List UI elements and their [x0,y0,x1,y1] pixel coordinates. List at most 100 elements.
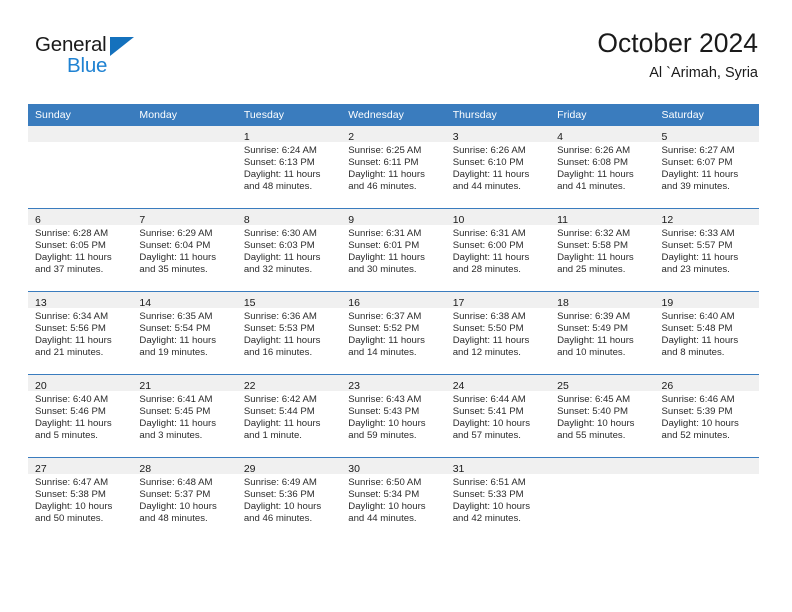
weekday-header-tuesday: Tuesday [236,104,342,126]
calendar-day-cell[interactable]: 8 Sunrise: 6:30 AM Sunset: 6:03 PM Daylight… [236,208,342,292]
day-number-band: 7 [132,209,237,226]
daylight-text-line2: and 14 minutes. [348,347,417,359]
day-number: 23 [348,380,360,392]
daylight-text-line2: and 8 minutes. [661,347,725,359]
daylight-text-line2: and 44 minutes. [452,181,521,193]
daylight-text-line2: and 23 minutes. [661,264,730,276]
day-cell-inner: 3 Sunrise: 6:26 AM Sunset: 6:10 PM Daylight… [445,126,551,208]
calendar-day-cell[interactable]: 24 Sunrise: 6:44 AM Sunset: 5:41 PM Dayligh… [445,374,551,458]
daylight-text-line1: Daylight: 11 hours [243,252,321,264]
calendar-day-cell[interactable]: 22 Sunrise: 6:42 AM Sunset: 5:44 PM Dayligh… [236,374,342,458]
calendar-day-cell[interactable]: 28 Sunrise: 6:48 AM Sunset: 5:37 PM Dayligh… [132,457,237,540]
calendar-day-cell[interactable]: 2 Sunrise: 6:25 AM Sunset: 6:11 PM Daylight… [341,126,446,209]
day-number: 21 [139,380,152,392]
sunrise-text: Sunrise: 6:49 AM [243,477,317,488]
day-number-band: 12 [654,209,759,226]
page-title: October 2024 [597,28,758,58]
calendar-day-cell[interactable]: 20 Sunrise: 6:40 AM Sunset: 5:46 PM Dayligh… [28,374,133,458]
calendar-day-cell[interactable]: 14 Sunrise: 6:35 AM Sunset: 5:54 PM Dayligh… [132,291,237,375]
calendar-day-cell[interactable]: 15 Sunrise: 6:36 AM Sunset: 5:53 PM Dayligh… [236,291,342,375]
day-details: Sunrise: 6:27 AM Sunset: 6:07 PM Daylight:… [655,142,759,193]
calendar-day-cell[interactable]: 25 Sunrise: 6:45 AM Sunset: 5:40 PM Dayligh… [550,374,655,458]
calendar-day-cell[interactable]: 26 Sunrise: 6:46 AM Sunset: 5:39 PM Dayligh… [654,374,759,458]
day-details: Sunrise: 6:30 AM Sunset: 6:03 PM Daylight:… [237,225,341,276]
weekday-header-sunday: Sunday [28,104,133,126]
day-number-band: 29 [236,458,342,475]
day-cell-inner: 4 Sunrise: 6:26 AM Sunset: 6:08 PM Daylight… [550,126,655,208]
daylight-text-line1: Daylight: 10 hours [452,418,531,430]
calendar-day-cell[interactable]: 18 Sunrise: 6:39 AM Sunset: 5:49 PM Dayligh… [550,291,655,375]
calendar-day-cell[interactable]: 12 Sunrise: 6:33 AM Sunset: 5:57 PM Dayligh… [654,208,759,292]
day-number-band: 25 [550,375,655,392]
calendar-day-cell[interactable]: 7 Sunrise: 6:29 AM Sunset: 6:04 PM Daylight… [132,208,237,292]
daylight-text-line1: Daylight: 11 hours [35,418,112,430]
calendar-day-cell[interactable]: 23 Sunrise: 6:43 AM Sunset: 5:43 PM Dayligh… [341,374,446,458]
day-number: 25 [557,380,569,392]
calendar-day-cell[interactable]: 4 Sunrise: 6:26 AM Sunset: 6:08 PM Daylight… [550,126,655,209]
sunrise-text: Sunrise: 6:51 AM [452,477,526,488]
sunrise-text: Sunrise: 6:40 AM [661,311,735,322]
day-number-band: 23 [341,375,446,392]
sunset-text: Sunset: 5:50 PM [452,323,524,335]
page-subtitle: Al `Arimah, Syria [649,65,758,81]
calendar-day-cell[interactable]: 19 Sunrise: 6:40 AM Sunset: 5:48 PM Dayligh… [654,291,759,375]
daylight-text-line1: Daylight: 11 hours [348,252,425,264]
day-number: 18 [557,297,569,309]
daylight-text-line1: Daylight: 11 hours [243,418,321,430]
calendar-day-cell[interactable]: 31 Sunrise: 6:51 AM Sunset: 5:33 PM Dayligh… [445,457,551,540]
calendar-day-cell[interactable]: 21 Sunrise: 6:41 AM Sunset: 5:45 PM Dayligh… [132,374,237,458]
sunrise-text: Sunrise: 6:33 AM [661,228,735,239]
daylight-text-line1: Daylight: 10 hours [661,418,739,430]
generalblue-logo: General Blue [35,34,155,82]
day-number-band: 11 [550,209,655,226]
day-cell-inner: 16 Sunrise: 6:37 AM Sunset: 5:52 PM Dayligh… [341,292,446,374]
day-number: 2 [348,131,355,143]
day-details: Sunrise: 6:29 AM Sunset: 6:04 PM Daylight:… [132,225,236,276]
day-number-band: 14 [132,292,237,309]
calendar-day-cell[interactable]: 29 Sunrise: 6:49 AM Sunset: 5:36 PM Dayligh… [236,457,342,540]
daylight-text-line1: Daylight: 10 hours [348,501,426,513]
calendar-day-cell[interactable]: 5 Sunrise: 6:27 AM Sunset: 6:07 PM Daylight… [654,126,759,209]
day-number: 6 [35,214,41,226]
calendar-day-cell[interactable]: 3 Sunrise: 6:26 AM Sunset: 6:10 PM Daylight… [445,126,551,209]
page-header: General Blue October 2024 Al `Arimah, Sy… [28,26,760,94]
daylight-text-line1: Daylight: 11 hours [557,335,634,347]
day-number-band: 18 [550,292,655,309]
daylight-text-line1: Daylight: 11 hours [557,252,634,264]
daylight-text-line2: and 46 minutes. [348,181,417,193]
daylight-text-line1: Daylight: 11 hours [139,252,217,264]
day-details: Sunrise: 6:33 AM Sunset: 5:57 PM Daylight:… [655,225,759,276]
calendar-day-cell[interactable]: 10 Sunrise: 6:31 AM Sunset: 6:00 PM Dayligh… [445,208,551,292]
calendar-day-cell[interactable]: 9 Sunrise: 6:31 AM Sunset: 6:01 PM Daylight… [341,208,446,292]
sunrise-sunset-calendar: Sunday Monday Tuesday Wednesday Thursday Frid… [28,104,759,540]
day-cell-inner: 21 Sunrise: 6:41 AM Sunset: 5:45 PM Dayligh… [132,375,237,457]
day-number: 10 [452,214,465,226]
daylight-text-line2: and 48 minutes. [243,181,313,193]
day-details: Sunrise: 6:24 AM Sunset: 6:13 PM Daylight:… [237,142,341,193]
day-cell-inner [550,458,655,540]
calendar-day-cell[interactable]: 11 Sunrise: 6:32 AM Sunset: 5:58 PM Dayligh… [550,208,655,292]
calendar-day-cell[interactable]: 6 Sunrise: 6:28 AM Sunset: 6:05 PM Daylight… [28,208,133,292]
day-details: Sunrise: 6:49 AM Sunset: 5:36 PM Daylight:… [237,474,341,525]
calendar-day-cell[interactable]: 17 Sunrise: 6:38 AM Sunset: 5:50 PM Dayligh… [445,291,551,375]
day-number: 24 [452,380,465,392]
calendar-day-cell[interactable]: 1 Sunrise: 6:24 AM Sunset: 6:13 PM Daylight… [236,126,342,209]
day-details: Sunrise: 6:25 AM Sunset: 6:11 PM Daylight:… [341,142,445,193]
sunset-text: Sunset: 5:49 PM [557,323,629,335]
daylight-text-line2: and 10 minutes. [557,347,626,359]
calendar-day-cell-empty [550,457,655,540]
weekday-header-thursday: Thursday [445,104,551,126]
sunrise-text: Sunrise: 6:27 AM [661,145,735,156]
daylight-text-line1: Daylight: 10 hours [452,501,531,513]
day-details: Sunrise: 6:47 AM Sunset: 5:38 PM Daylight:… [28,474,132,525]
day-number-band: 27 [28,458,133,475]
day-details: Sunrise: 6:26 AM Sunset: 6:10 PM Daylight:… [446,142,550,193]
calendar-day-cell[interactable]: 16 Sunrise: 6:37 AM Sunset: 5:52 PM Dayligh… [341,291,446,375]
calendar-day-cell[interactable]: 30 Sunrise: 6:50 AM Sunset: 5:34 PM Dayligh… [341,457,446,540]
day-cell-inner: 1 Sunrise: 6:24 AM Sunset: 6:13 PM Daylight… [236,126,342,208]
calendar-day-cell[interactable]: 27 Sunrise: 6:47 AM Sunset: 5:38 PM Dayligh… [28,457,133,540]
day-cell-inner [132,126,237,208]
sunset-text: Sunset: 5:40 PM [557,406,629,418]
day-number: 16 [348,297,360,309]
calendar-day-cell[interactable]: 13 Sunrise: 6:34 AM Sunset: 5:56 PM Dayligh… [28,291,133,375]
